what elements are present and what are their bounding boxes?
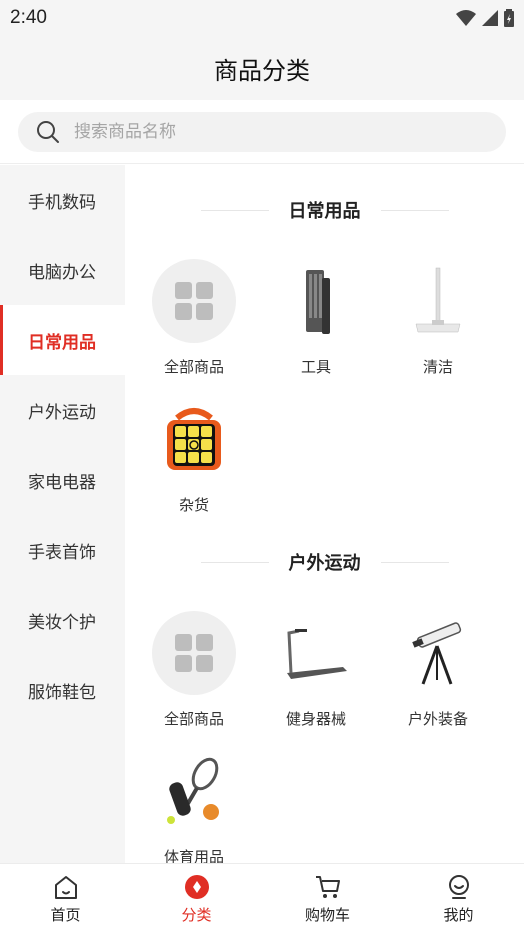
subcategory-label: 清洁: [422, 358, 453, 376]
tab-home[interactable]: 首页: [0, 864, 131, 931]
subcategory-sports-goods[interactable]: 体育用品: [133, 745, 255, 863]
search-bar: [0, 100, 524, 164]
search-box[interactable]: [18, 111, 506, 152]
page-header: 商品分类: [0, 36, 524, 100]
sidebar-item-label: 服饰鞋包: [28, 682, 96, 703]
subcategory-cleaning[interactable]: 清洁: [377, 255, 499, 393]
divider: [200, 561, 269, 563]
bottom-tab-bar: 首页 分类 购物车 我的: [0, 863, 524, 931]
divider: [380, 209, 449, 211]
thumb: [152, 259, 236, 343]
section-title-daily-goods: 日常用品: [125, 165, 524, 255]
status-time: 2:40: [10, 7, 47, 28]
page-title: 商品分类: [214, 56, 310, 85]
sidebar-item-label: 电脑办公: [28, 262, 96, 283]
search-icon: [37, 120, 59, 143]
subcategory-label: 健身器械: [285, 710, 346, 728]
subcategory-groceries[interactable]: 杂货: [133, 393, 255, 531]
sidebar-item-outdoor-sports[interactable]: 户外运动: [0, 375, 125, 445]
grid-icon: [152, 259, 236, 343]
subcategory-label: 体育用品: [163, 848, 224, 863]
tab-label: 首页: [50, 906, 81, 924]
tab-profile[interactable]: 我的: [393, 864, 524, 931]
divider: [380, 561, 449, 563]
sidebar-item-label: 家电电器: [28, 472, 96, 493]
battery-icon: [504, 9, 514, 27]
sidebar-item-beauty-care[interactable]: 美妆个护: [0, 585, 125, 655]
sidebar-item-computer-office[interactable]: 电脑办公: [0, 235, 125, 305]
status-bar: 2:40: [0, 0, 524, 36]
tab-label: 分类: [181, 906, 212, 924]
profile-icon: [448, 875, 469, 899]
subcategory-label: 全部商品: [163, 710, 224, 728]
subcategory-all[interactable]: 全部商品: [133, 607, 255, 745]
cart-icon: [315, 876, 340, 898]
category-icon: [184, 875, 209, 899]
sidebar-item-label: 日常用品: [28, 332, 96, 353]
search-input[interactable]: [74, 121, 454, 142]
treadmill-icon: [274, 611, 358, 695]
tab-label: 购物车: [304, 906, 350, 924]
tab-label: 我的: [443, 906, 474, 924]
subcategory-label: 工具: [300, 358, 331, 376]
divider: [200, 209, 269, 211]
screwdriver-set-icon: [274, 259, 358, 343]
sidebar-item-label: 手机数码: [28, 192, 96, 213]
sidebar-item-appliances[interactable]: 家电电器: [0, 445, 125, 515]
sidebar-item-mobile-digital[interactable]: 手机数码: [0, 165, 125, 235]
tab-cart[interactable]: 购物车: [262, 864, 393, 931]
subcategory-outdoor-gear[interactable]: 户外装备: [377, 607, 499, 745]
grid-icon: [152, 611, 236, 695]
signal-icon: [482, 10, 498, 26]
subcategory-all[interactable]: 全部商品: [133, 255, 255, 393]
category-content: 日常用品 全部商品 工具 清洁 杂货 户外运动 全部商品 健身器械 户外装备 体…: [125, 165, 524, 863]
telescope-icon: [396, 611, 480, 695]
mop-icon: [396, 259, 480, 343]
subcategory-tools[interactable]: 工具: [255, 255, 377, 393]
category-sidebar: 手机数码 电脑办公 日常用品 户外运动 家电电器 手表首饰 美妆个护 服饰鞋包: [0, 165, 125, 863]
subcategory-label: 全部商品: [163, 358, 224, 376]
wifi-icon: [456, 10, 476, 26]
sidebar-item-daily-goods[interactable]: 日常用品: [0, 305, 125, 375]
subcategory-grid: 全部商品 工具 清洁 杂货: [125, 255, 524, 531]
sidebar-item-label: 美妆个护: [28, 612, 96, 633]
sidebar-item-label: 手表首饰: [28, 542, 96, 563]
sidebar-item-watches-jewelry[interactable]: 手表首饰: [0, 515, 125, 585]
home-icon: [54, 876, 77, 899]
tennis-racket-icon: [152, 749, 236, 833]
subcategory-fitness-equipment[interactable]: 健身器械: [255, 607, 377, 745]
thumb: [152, 611, 236, 695]
status-icons: [456, 9, 514, 27]
subcategory-label: 杂货: [178, 496, 209, 514]
subcategory-label: 户外装备: [407, 710, 468, 728]
rubiks-cube-icon: [152, 397, 236, 481]
section-title-text: 户外运动: [288, 553, 361, 574]
tab-category[interactable]: 分类: [131, 864, 262, 931]
sidebar-item-apparel-bags[interactable]: 服饰鞋包: [0, 655, 125, 725]
section-title-text: 日常用品: [288, 201, 361, 222]
sidebar-item-label: 户外运动: [28, 402, 96, 423]
subcategory-grid: 全部商品 健身器械 户外装备 体育用品: [125, 607, 524, 863]
